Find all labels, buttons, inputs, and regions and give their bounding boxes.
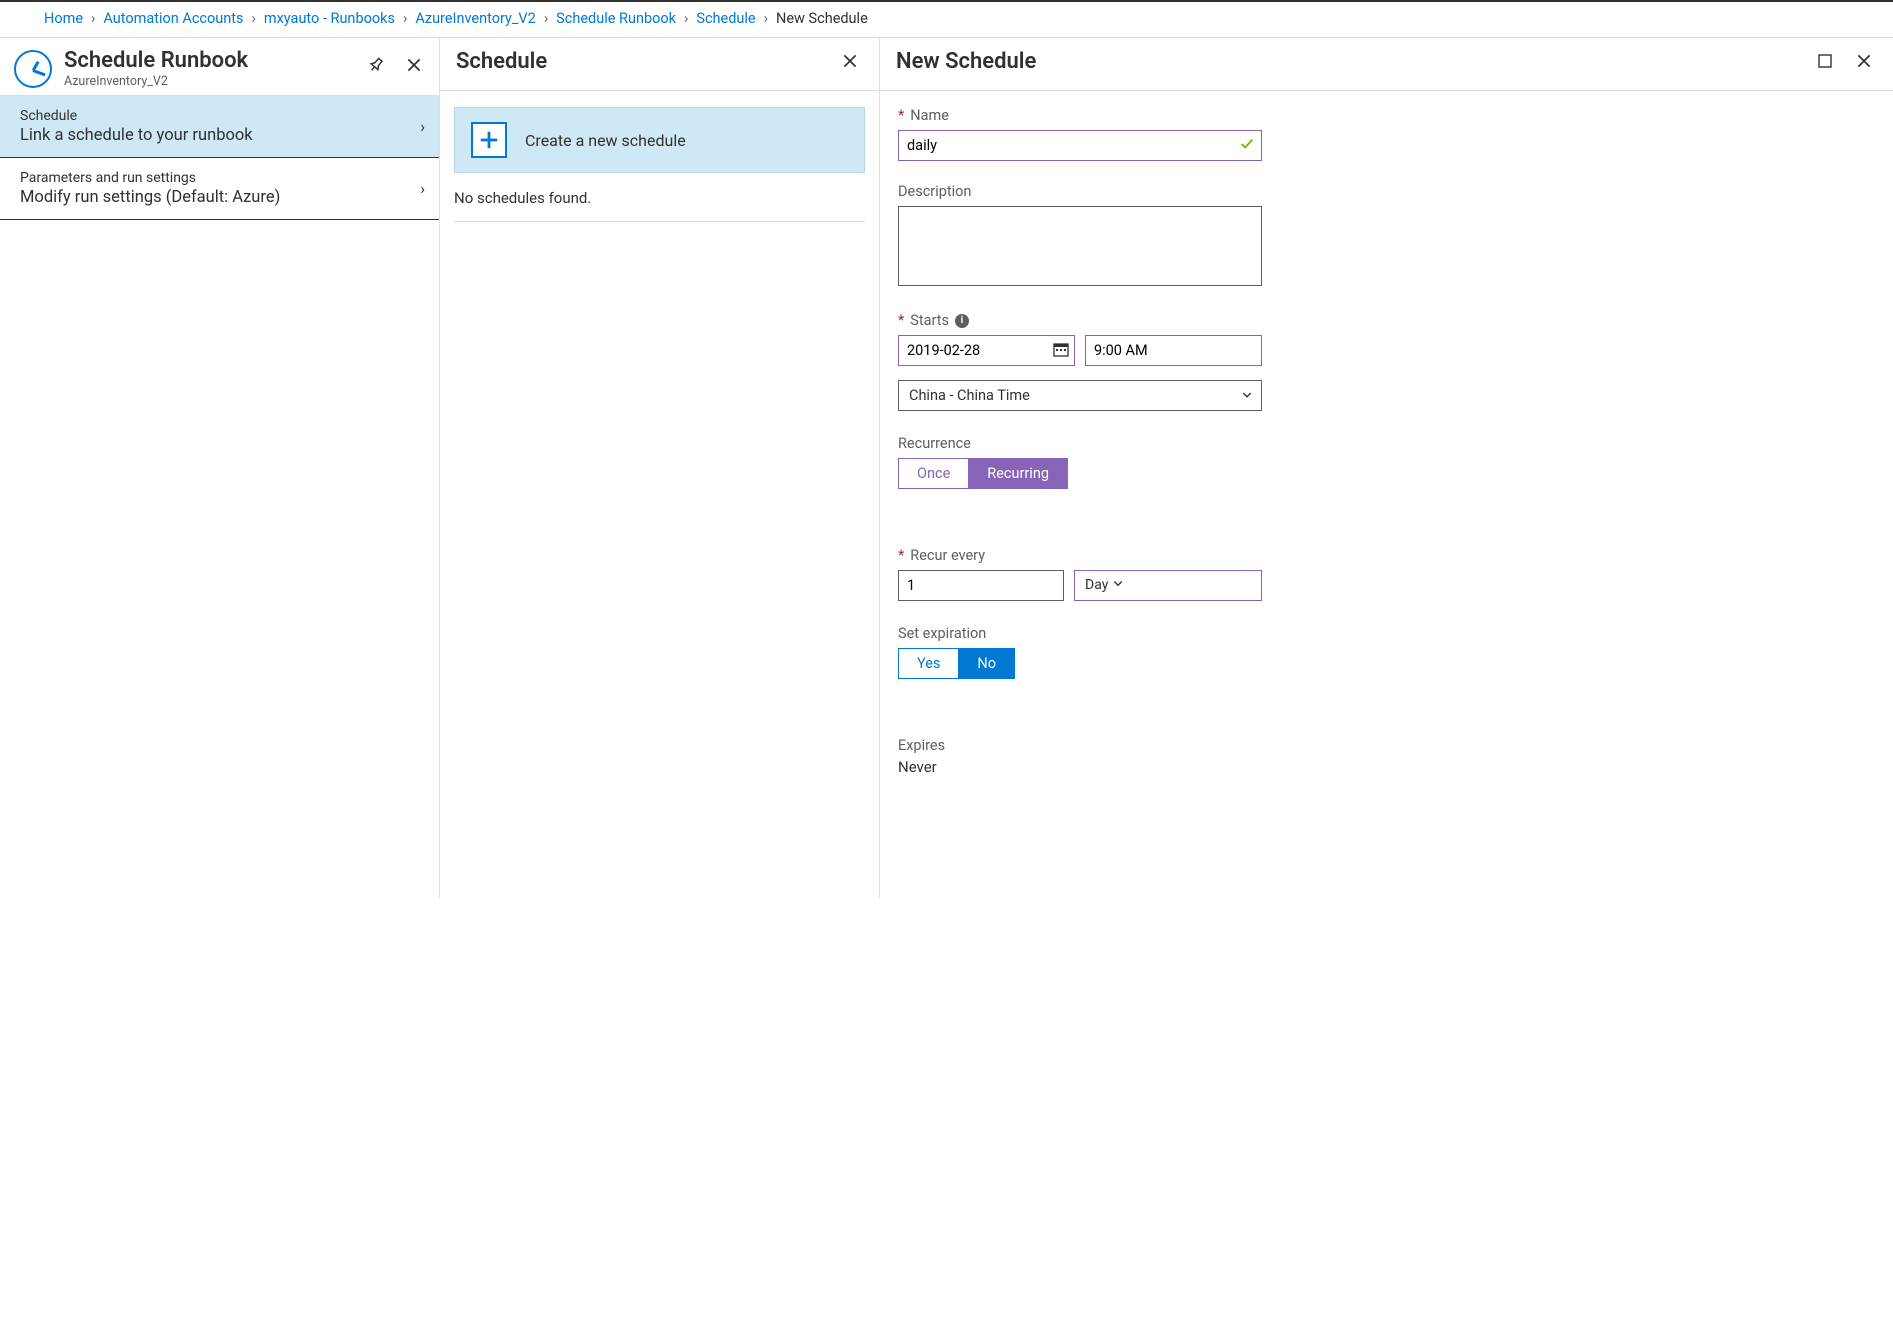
expires-label: Expires xyxy=(898,737,1262,754)
step-desc: Modify run settings (Default: Azure) xyxy=(20,188,420,207)
name-label: *Name xyxy=(898,107,1262,124)
expires-value: Never xyxy=(898,758,1262,776)
close-icon[interactable] xyxy=(1851,48,1877,74)
set-expiration-label: Set expiration xyxy=(898,625,1262,642)
breadcrumb-link[interactable]: Schedule Runbook xyxy=(556,10,676,27)
page-title: Schedule Runbook xyxy=(64,48,355,73)
panel-title: New Schedule xyxy=(896,49,1813,74)
info-icon[interactable]: i xyxy=(955,314,969,328)
pin-icon[interactable] xyxy=(363,52,389,78)
schedule-panel: Schedule Create a new schedule No schedu… xyxy=(440,38,880,898)
panel-title: Schedule xyxy=(456,49,837,74)
chevron-right-icon: › xyxy=(684,10,688,27)
set-expiration-toggle: Yes No xyxy=(898,648,1262,679)
recurrence-once-button[interactable]: Once xyxy=(898,458,969,489)
step-desc: Link a schedule to your runbook xyxy=(20,126,420,145)
create-schedule-label: Create a new schedule xyxy=(525,131,686,150)
chevron-right-icon: › xyxy=(252,10,256,27)
recurrence-recurring-button[interactable]: Recurring xyxy=(969,458,1068,489)
recur-every-label: *Recur every xyxy=(898,547,1262,564)
page-subtitle: AzureInventory_V2 xyxy=(64,74,355,89)
empty-state: No schedules found. xyxy=(454,189,865,222)
chevron-down-icon xyxy=(1241,387,1253,404)
timezone-select[interactable]: China - China Time xyxy=(898,380,1262,411)
chevron-right-icon: › xyxy=(764,10,768,27)
recurrence-toggle: Once Recurring xyxy=(898,458,1262,489)
starts-time-input[interactable] xyxy=(1085,335,1262,366)
set-expiration-yes-button[interactable]: Yes xyxy=(898,648,959,679)
recurrence-label: Recurrence xyxy=(898,435,1262,452)
chevron-down-icon xyxy=(1112,577,1124,593)
breadcrumb-link[interactable]: Automation Accounts xyxy=(103,10,243,27)
breadcrumb-link[interactable]: Schedule xyxy=(696,10,755,27)
set-expiration-no-button[interactable]: No xyxy=(959,648,1015,679)
panel-header: New Schedule xyxy=(880,38,1893,91)
breadcrumb-link[interactable]: Home xyxy=(44,10,83,27)
description-label: Description xyxy=(898,183,1262,200)
panel-header: Schedule xyxy=(440,38,879,91)
chevron-right-icon: › xyxy=(403,10,407,27)
new-schedule-panel: New Schedule *Name Description xyxy=(880,38,1893,898)
breadcrumb-current: New Schedule xyxy=(776,10,868,27)
breadcrumb: Home › Automation Accounts › mxyauto - R… xyxy=(0,2,1893,37)
starts-date-input[interactable] xyxy=(898,335,1075,366)
step-label: Parameters and run settings xyxy=(20,170,420,186)
maximize-icon[interactable] xyxy=(1813,49,1837,73)
close-icon[interactable] xyxy=(837,48,863,74)
chevron-right-icon: › xyxy=(91,10,95,27)
timezone-value: China - China Time xyxy=(909,387,1030,404)
recur-every-unit-select[interactable]: Day xyxy=(1074,570,1262,601)
starts-label: *Starts i xyxy=(898,312,1262,329)
recur-every-input[interactable] xyxy=(898,570,1064,601)
clock-icon xyxy=(14,50,52,88)
plus-icon xyxy=(471,122,507,158)
calendar-icon[interactable] xyxy=(1053,341,1069,361)
check-icon xyxy=(1240,137,1254,155)
panel-header: Schedule Runbook AzureInventory_V2 xyxy=(0,38,439,96)
schedule-step[interactable]: Schedule Link a schedule to your runbook… xyxy=(0,96,439,158)
chevron-right-icon: › xyxy=(544,10,548,27)
breadcrumb-link[interactable]: mxyauto - Runbooks xyxy=(264,10,395,27)
breadcrumb-link[interactable]: AzureInventory_V2 xyxy=(415,10,535,27)
description-input[interactable] xyxy=(898,206,1262,286)
create-schedule-button[interactable]: Create a new schedule xyxy=(454,107,865,173)
chevron-right-icon: › xyxy=(420,179,425,198)
chevron-right-icon: › xyxy=(420,117,425,136)
name-input[interactable] xyxy=(898,130,1262,161)
parameters-step[interactable]: Parameters and run settings Modify run s… xyxy=(0,158,439,220)
close-icon[interactable] xyxy=(401,52,427,78)
recur-every-unit-value: Day xyxy=(1085,577,1108,593)
schedule-runbook-panel: Schedule Runbook AzureInventory_V2 Sched… xyxy=(0,38,440,898)
step-label: Schedule xyxy=(20,108,420,124)
